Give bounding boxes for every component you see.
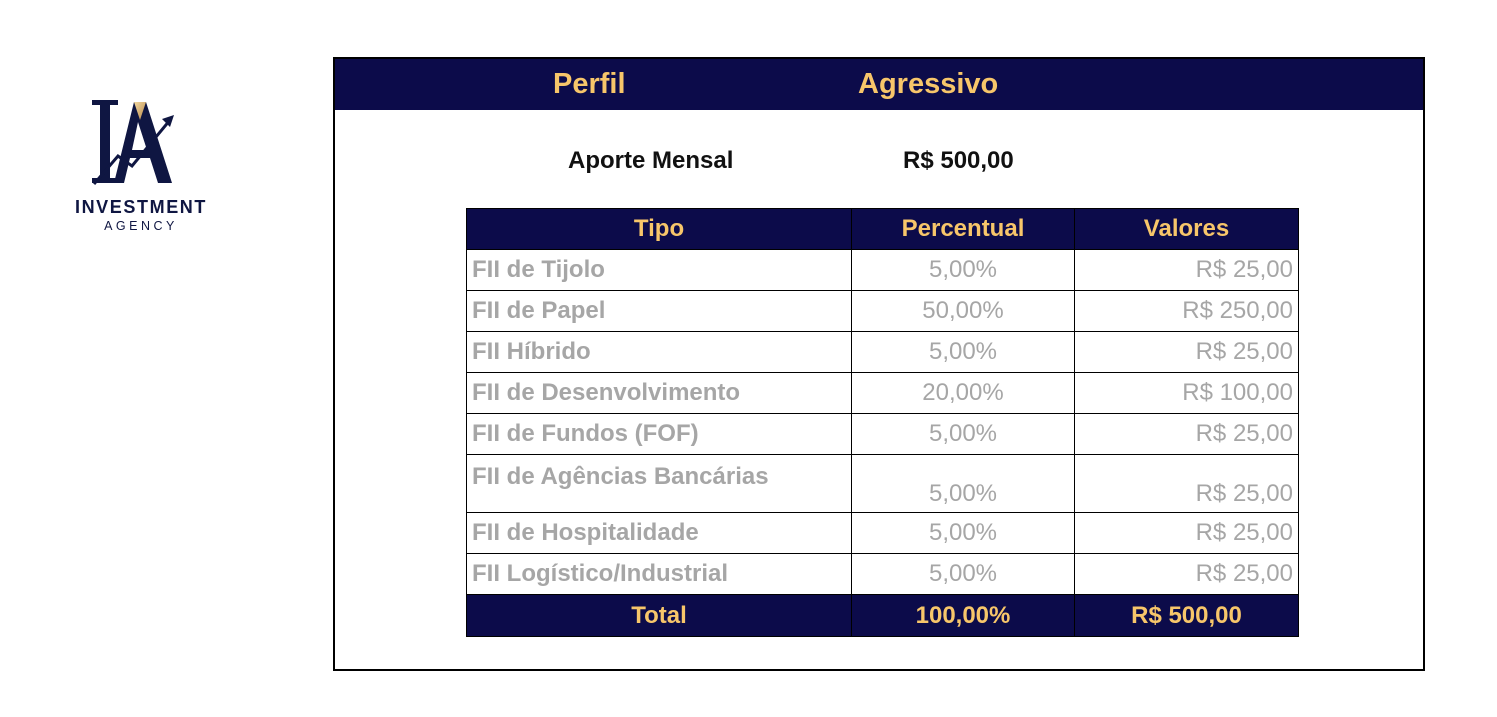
row-valor: R$ 25,00: [1074, 512, 1299, 554]
table-header-row: Tipo Percentual Valores: [466, 208, 1299, 250]
row-tipo: FII de Agências Bancárias: [466, 454, 852, 513]
row-valor: R$ 100,00: [1074, 372, 1299, 414]
brand-logo: INVESTMENT AGENCY: [60, 92, 222, 242]
table-row: FII de Desenvolvimento 20,00% R$ 100,00: [466, 372, 1299, 414]
total-label: Total: [466, 594, 852, 637]
row-percentual: 5,00%: [851, 331, 1075, 373]
row-percentual: 5,00%: [851, 249, 1075, 291]
total-valor: R$ 500,00: [1074, 594, 1299, 637]
row-tipo: FII de Papel: [466, 290, 852, 332]
row-valor: R$ 25,00: [1074, 454, 1299, 513]
header-percentual: Percentual: [851, 208, 1075, 250]
table-total-row: Total 100,00% R$ 500,00: [466, 594, 1299, 637]
row-valor: R$ 25,00: [1074, 413, 1299, 455]
table-row: FII de Hospitalidade 5,00% R$ 25,00: [466, 512, 1299, 554]
row-percentual: 5,00%: [851, 512, 1075, 554]
table-row: FII de Fundos (FOF) 5,00% R$ 25,00: [466, 413, 1299, 455]
row-percentual: 5,00%: [851, 413, 1075, 455]
table-row: FII de Papel 50,00% R$ 250,00: [466, 290, 1299, 332]
table-row: FII de Tijolo 5,00% R$ 25,00: [466, 249, 1299, 291]
table-row: FII Logístico/Industrial 5,00% R$ 25,00: [466, 553, 1299, 595]
profile-card: Perfil Agressivo Aporte Mensal R$ 500,00…: [333, 57, 1425, 671]
aporte-label: Aporte Mensal: [568, 147, 734, 174]
row-percentual: 20,00%: [851, 372, 1075, 414]
row-tipo: FII de Desenvolvimento: [466, 372, 852, 414]
row-percentual: 5,00%: [851, 553, 1075, 595]
total-percentual: 100,00%: [851, 594, 1075, 637]
perfil-value: Agressivo: [858, 68, 999, 100]
header-tipo: Tipo: [466, 208, 852, 250]
header-valores: Valores: [1074, 208, 1299, 250]
perfil-label: Perfil: [553, 68, 626, 100]
row-percentual: 5,00%: [851, 454, 1075, 513]
row-valor: R$ 25,00: [1074, 553, 1299, 595]
row-valor: R$ 25,00: [1074, 331, 1299, 373]
row-percentual: 50,00%: [851, 290, 1075, 332]
row-tipo: FII de Fundos (FOF): [466, 413, 852, 455]
row-tipo: FII de Tijolo: [466, 249, 852, 291]
aporte-value: R$ 500,00: [903, 147, 1014, 174]
logo-mark-icon: [92, 100, 174, 185]
row-tipo: FII Logístico/Industrial: [466, 553, 852, 595]
logo-text-agency: AGENCY: [104, 219, 178, 233]
row-valor: R$ 25,00: [1074, 249, 1299, 291]
profile-header-band: Perfil Agressivo: [335, 59, 1423, 110]
row-tipo: FII de Hospitalidade: [466, 512, 852, 554]
table-row: FII de Agências Bancárias 5,00% R$ 25,00: [466, 454, 1299, 513]
logo-text-investment: INVESTMENT: [74, 197, 207, 217]
allocation-table: Tipo Percentual Valores FII de Tijolo 5,…: [466, 208, 1299, 637]
row-valor: R$ 250,00: [1074, 290, 1299, 332]
row-tipo: FII Híbrido: [466, 331, 852, 373]
table-row: FII Híbrido 5,00% R$ 25,00: [466, 331, 1299, 373]
